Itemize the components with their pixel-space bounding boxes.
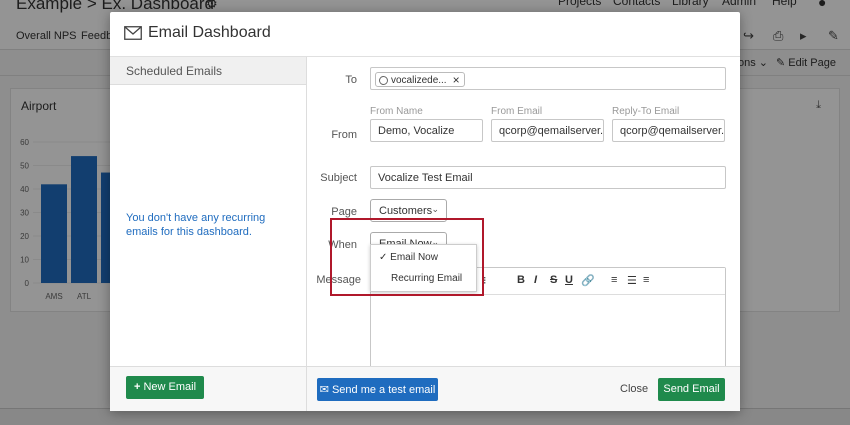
modal-header: Email Dashboard [110,12,740,57]
email-dashboard-modal: Email Dashboard Scheduled Emails You don… [110,12,740,411]
send-email-button[interactable]: Send Email [658,378,725,401]
sidebar-footer: + New Email [110,366,306,411]
reply-to-input[interactable]: qcorp@qemailserver.c [612,119,725,142]
to-field[interactable]: vocalizede... × [370,67,726,90]
italic-icon[interactable]: I [534,274,537,286]
strikethrough-icon[interactable]: S [550,274,557,286]
chevron-down-icon: ⌄ [431,204,439,214]
new-email-button[interactable]: + New Email [126,376,204,399]
plus-icon: + [133,381,141,393]
bullet-list-icon[interactable]: ☰ [627,274,637,287]
reply-to-label: Reply-To Email [612,106,680,117]
underline-icon[interactable]: U [565,274,573,286]
email-form: To vocalizede... × From From Name Demo, … [307,57,740,377]
remove-recipient-icon[interactable]: × [453,73,460,87]
from-name-input[interactable]: Demo, Vocalize [370,119,483,142]
recipient-chip[interactable]: vocalizede... × [375,72,465,87]
from-email-input[interactable]: qcorp@qemailserver.c [491,119,604,142]
bold-icon[interactable]: B [517,274,525,286]
page-label: Page [331,206,357,218]
highlight-box [330,218,484,296]
modal-footer: ✉ Send me a test email Close Send Email [307,366,740,411]
scheduled-emails-sidebar: Scheduled Emails You don't have any recu… [110,57,307,411]
ordered-list-icon[interactable]: ≡ [611,274,617,286]
from-email-label: From Email [491,106,543,117]
recipient-chip-label: vocalizede... [391,74,447,86]
page-select-value: Customers [379,205,433,217]
subject-label: Subject [320,172,357,184]
new-email-label: New Email [143,381,197,393]
close-button[interactable]: Close [620,383,648,395]
modal-title: Email Dashboard [148,24,271,41]
send-test-email-label: Send me a test email [331,384,436,396]
align-icon[interactable]: ≡ [643,274,649,286]
subject-input[interactable]: Vocalize Test Email [370,166,726,189]
from-label: From [331,129,357,141]
from-name-label: From Name [370,106,423,117]
mail-icon: ✉ [319,384,329,396]
empty-message: You don't have any recurring emails for … [126,212,266,238]
sidebar-header: Scheduled Emails [110,57,306,85]
to-label: To [345,74,357,86]
send-test-email-button[interactable]: ✉ Send me a test email [317,378,438,401]
link-icon[interactable]: 🔗 [581,274,595,287]
person-icon [379,75,388,85]
mail-icon [124,26,142,40]
